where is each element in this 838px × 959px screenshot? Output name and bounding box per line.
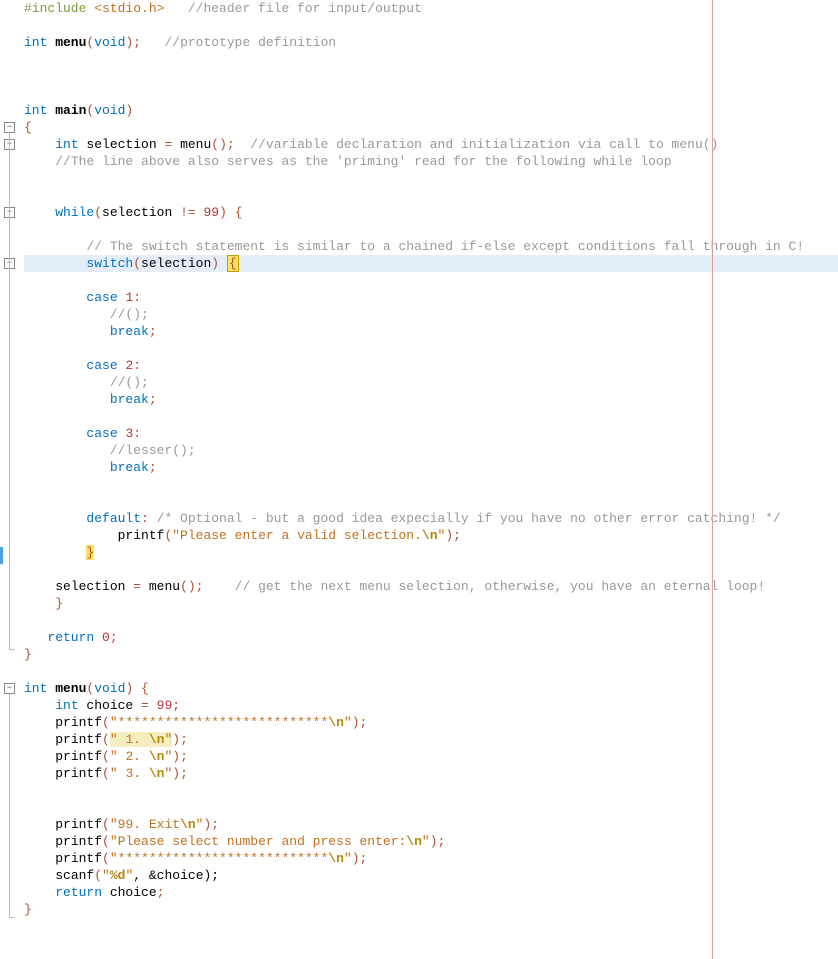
- code-line: printf(" 3. \n");: [24, 765, 838, 782]
- fold-toggle-icon[interactable]: −: [4, 122, 15, 133]
- change-marker: [0, 547, 3, 564]
- fold-guide: [9, 150, 10, 650]
- matched-brace: {: [227, 255, 239, 272]
- code-line: //lesser();: [24, 442, 838, 459]
- code-line: break;: [24, 323, 838, 340]
- code-line: scanf("%d", &choice);: [24, 867, 838, 884]
- code-line: {: [24, 119, 838, 136]
- code-line: printf(" 1. \n");: [24, 731, 838, 748]
- code-line: [24, 68, 838, 85]
- code-line: [24, 85, 838, 102]
- code-line: //();: [24, 306, 838, 323]
- code-area[interactable]: #include <stdio.h> //header file for inp…: [20, 0, 838, 959]
- code-line: printf("Please enter a valid selection.\…: [24, 527, 838, 544]
- fold-guide: [9, 694, 10, 918]
- code-line: [24, 782, 838, 799]
- code-line: [24, 340, 838, 357]
- fold-end: [9, 917, 15, 918]
- code-line: }: [24, 646, 838, 663]
- code-line: default: /* Optional - but a good idea e…: [24, 510, 838, 527]
- code-line: break;: [24, 459, 838, 476]
- code-line: [24, 561, 838, 578]
- fold-gutter: − − − − −: [0, 0, 20, 959]
- code-line: return 0;: [24, 629, 838, 646]
- code-line: [24, 493, 838, 510]
- code-line: printf("99. Exit\n");: [24, 816, 838, 833]
- code-line: printf("***************************\n");: [24, 714, 838, 731]
- code-line: }: [24, 901, 838, 918]
- code-line: int choice = 99;: [24, 697, 838, 714]
- code-line: selection = menu(); // get the next menu…: [24, 578, 838, 595]
- code-line: [24, 221, 838, 238]
- code-line: case 3:: [24, 425, 838, 442]
- code-line: [24, 170, 838, 187]
- code-line: }: [24, 595, 838, 612]
- code-line: [24, 51, 838, 68]
- code-editor: − − − − − #include <stdio.h> //header fi…: [0, 0, 838, 959]
- current-line: switch(selection) {: [24, 255, 838, 272]
- code-line: int menu(void) {: [24, 680, 838, 697]
- fold-toggle-icon[interactable]: −: [4, 683, 15, 694]
- code-line: //();: [24, 374, 838, 391]
- code-line: int selection = menu(); //variable decla…: [24, 136, 838, 153]
- code-line: [24, 799, 838, 816]
- code-line: [24, 187, 838, 204]
- code-line: case 2:: [24, 357, 838, 374]
- fold-end: [9, 649, 15, 650]
- code-line: while(selection != 99) {: [24, 204, 838, 221]
- code-line: }: [24, 544, 838, 561]
- code-line: printf("Please select number and press e…: [24, 833, 838, 850]
- code-line: case 1:: [24, 289, 838, 306]
- code-line: int main(void): [24, 102, 838, 119]
- code-line: break;: [24, 391, 838, 408]
- code-line: return choice;: [24, 884, 838, 901]
- code-line: [24, 272, 838, 289]
- code-line: #include <stdio.h> //header file for inp…: [24, 0, 838, 17]
- code-line: // The switch statement is similar to a …: [24, 238, 838, 255]
- code-line: printf(" 2. \n");: [24, 748, 838, 765]
- right-margin-ruler: [712, 0, 713, 959]
- code-line: printf("***************************\n");: [24, 850, 838, 867]
- code-line: [24, 476, 838, 493]
- code-line: [24, 17, 838, 34]
- code-line: [24, 408, 838, 425]
- matched-brace: }: [86, 545, 94, 560]
- code-line: [24, 612, 838, 629]
- code-line: //The line above also serves as the 'pri…: [24, 153, 838, 170]
- code-line: [24, 663, 838, 680]
- code-line: int menu(void); //prototype definition: [24, 34, 838, 51]
